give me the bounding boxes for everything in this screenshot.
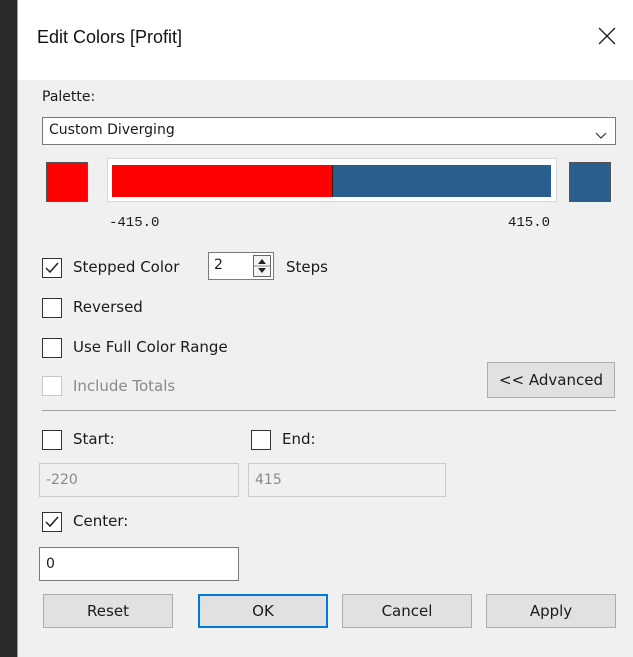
ramp-segment-negative: [112, 165, 332, 197]
reversed-checkbox[interactable]: [42, 298, 62, 318]
close-button[interactable]: [593, 22, 621, 50]
start-value-field[interactable]: -220: [39, 463, 239, 497]
advanced-toggle-button[interactable]: << Advanced: [487, 362, 615, 398]
end-value-field[interactable]: 415: [248, 463, 446, 497]
reversed-label: Reversed: [73, 298, 143, 316]
checkmark-icon: [45, 516, 59, 528]
ramp-segment-positive: [332, 165, 551, 197]
apply-button[interactable]: Apply: [486, 594, 616, 628]
full-color-range-label: Use Full Color Range: [73, 338, 228, 356]
center-label: Center:: [73, 512, 129, 530]
cancel-button[interactable]: Cancel: [342, 594, 472, 628]
palette-dropdown[interactable]: Custom Diverging: [42, 117, 616, 145]
steps-value: 2: [214, 257, 223, 273]
stepped-color-label: Stepped Color: [73, 258, 180, 276]
include-totals-label: Include Totals: [73, 377, 176, 395]
reset-button[interactable]: Reset: [43, 594, 173, 628]
chevron-down-icon: [595, 126, 607, 144]
spinner-up-down-icon: [254, 259, 270, 273]
palette-selected-value: Custom Diverging: [49, 122, 175, 138]
title-bar: Edit Colors [Profit]: [18, 0, 633, 80]
full-color-range-checkbox[interactable]: [42, 338, 62, 358]
end-value: 415: [255, 472, 282, 488]
start-value: -220: [46, 472, 78, 488]
center-checkbox[interactable]: [42, 512, 62, 532]
end-label: End:: [282, 430, 316, 448]
palette-label: Palette:: [42, 89, 96, 105]
steps-label: Steps: [286, 258, 328, 276]
spinner-arrows[interactable]: [253, 255, 271, 277]
dialog-title: Edit Colors [Profit]: [37, 27, 183, 47]
start-checkbox[interactable]: [42, 430, 62, 450]
ok-button[interactable]: OK: [198, 594, 328, 628]
range-max-label: 415.0: [508, 215, 551, 231]
include-totals-checkbox[interactable]: [42, 376, 62, 396]
steps-spinner[interactable]: 2: [208, 252, 274, 280]
color-ramp-preview: [107, 158, 557, 202]
start-label: Start:: [73, 430, 115, 448]
end-color-swatch[interactable]: [569, 162, 611, 202]
checkmark-icon: [45, 262, 59, 274]
start-color-swatch[interactable]: [46, 162, 88, 202]
center-value-field[interactable]: 0: [39, 547, 239, 581]
end-checkbox[interactable]: [251, 430, 271, 450]
edit-colors-dialog: Edit Colors [Profit] Palette: Custom Div…: [17, 0, 633, 657]
center-value: 0: [46, 556, 55, 572]
section-divider: [42, 410, 616, 411]
range-min-label: -415.0: [109, 215, 160, 231]
close-icon: [598, 27, 616, 45]
stepped-color-checkbox[interactable]: [42, 258, 62, 278]
